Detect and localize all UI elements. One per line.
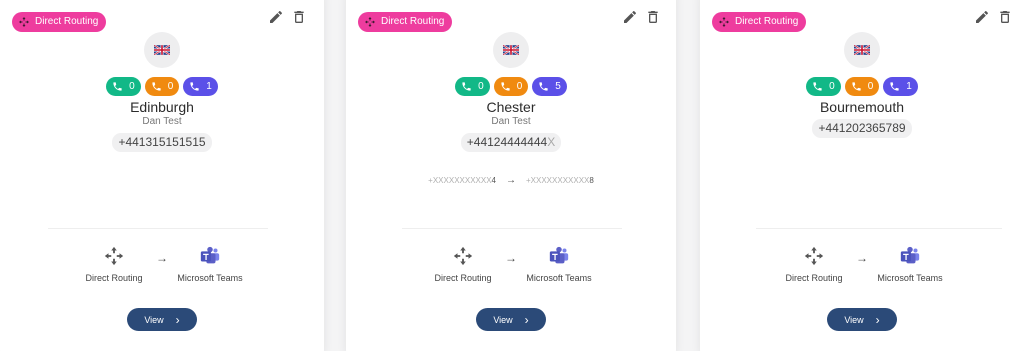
direct-routing-icon — [103, 245, 125, 267]
call-count-value: 1 — [206, 81, 212, 92]
trash-icon[interactable] — [291, 9, 307, 25]
phone-icon — [151, 81, 162, 92]
microsoft-teams-icon — [548, 245, 570, 267]
phone-number: +441315151515 — [112, 133, 212, 152]
call-count-value: 0 — [829, 81, 835, 92]
arrow-right-icon: → — [856, 251, 868, 265]
flow-from-label: Direct Routing — [785, 273, 843, 283]
flow-to-label: Microsoft Teams — [526, 273, 592, 283]
call-count-value: 0 — [867, 81, 874, 92]
mask-to: +XXXXXXXXXXX8 — [526, 176, 594, 185]
uk-flag-icon — [503, 45, 519, 55]
owner-name: Dan Test — [142, 116, 182, 127]
phone-icon — [112, 81, 123, 92]
uk-flag-icon — [154, 45, 170, 55]
phone-icon — [812, 81, 823, 92]
mask-from: +XXXXXXXXXXX4 — [428, 176, 496, 185]
view-button[interactable]: View › — [127, 308, 197, 331]
trash-icon[interactable] — [645, 9, 661, 25]
call-count-purple: 1 — [883, 77, 918, 96]
routing-badge: Direct Routing — [358, 12, 453, 32]
site-card: Direct Routing 0 0 5 Chester Dan Test +4… — [346, 0, 676, 351]
chevron-right-icon: › — [524, 312, 529, 327]
chevron-right-icon: › — [175, 312, 180, 327]
pencil-icon[interactable] — [268, 9, 284, 25]
call-count-green: 0 — [806, 77, 841, 96]
number-mask-rule: +XXXXXXXXXXX4 → +XXXXXXXXXXX8 — [346, 175, 676, 186]
site-name: Chester — [486, 99, 536, 115]
phone-icon — [889, 81, 900, 92]
view-button[interactable]: View › — [827, 308, 897, 331]
routing-badge-label: Direct Routing — [381, 16, 445, 27]
call-count-value: 5 — [555, 81, 561, 92]
call-count-orange: 0 — [844, 77, 880, 96]
routing-flow: Direct Routing → Microsoft Teams — [0, 245, 324, 283]
phone-number: +441202365789 — [812, 119, 912, 138]
country-flag — [493, 32, 529, 68]
pencil-icon[interactable] — [974, 9, 990, 25]
microsoft-teams-icon — [199, 245, 221, 267]
flow-to-label: Microsoft Teams — [177, 273, 243, 283]
call-count-orange: 0 — [144, 77, 180, 96]
call-count-purple: 1 — [183, 77, 218, 96]
direct-routing-icon — [803, 245, 825, 267]
routing-flow: Direct Routing → Microsoft Teams — [346, 245, 676, 283]
phone-icon — [500, 81, 511, 92]
call-count-green: 0 — [455, 77, 490, 96]
call-counts: 0 0 1 — [0, 77, 324, 96]
direct-routing-icon — [18, 16, 30, 28]
divider — [402, 228, 622, 229]
country-flag — [844, 32, 880, 68]
country-flag — [144, 32, 180, 68]
view-button[interactable]: View › — [476, 308, 546, 331]
divider — [756, 228, 1002, 229]
site-card: Direct Routing 0 0 1 Bournemouth +441202… — [700, 0, 1024, 351]
uk-flag-icon — [854, 45, 870, 55]
phone-icon — [461, 81, 472, 92]
call-counts: 0 0 5 — [346, 77, 676, 96]
arrow-right-icon: → — [506, 175, 516, 186]
direct-routing-icon — [364, 16, 376, 28]
trash-icon[interactable] — [997, 9, 1013, 25]
call-count-purple: 5 — [532, 77, 567, 96]
microsoft-teams-icon — [899, 245, 921, 267]
call-count-value: 1 — [906, 81, 912, 92]
site-name: Edinburgh — [130, 99, 194, 115]
routing-flow: Direct Routing → Microsoft Teams — [700, 245, 1024, 283]
phone-icon — [538, 81, 549, 92]
site-name: Bournemouth — [819, 99, 905, 115]
routing-badge: Direct Routing — [712, 12, 807, 32]
call-count-orange: 0 — [493, 77, 529, 96]
phone-icon — [851, 81, 862, 92]
direct-routing-icon — [452, 245, 474, 267]
routing-badge: Direct Routing — [12, 12, 107, 32]
arrow-right-icon: → — [156, 251, 168, 265]
phone-number: +44124444444X — [460, 133, 562, 152]
flow-to-label: Microsoft Teams — [877, 273, 943, 283]
arrow-right-icon: → — [505, 251, 517, 265]
call-counts: 0 0 1 — [700, 77, 1024, 96]
direct-routing-icon — [718, 16, 730, 28]
owner-name: Dan Test — [491, 116, 531, 127]
chevron-right-icon: › — [875, 312, 880, 327]
call-count-value: 0 — [516, 81, 523, 92]
site-card: Direct Routing 0 0 1 Edinburgh Dan Test … — [0, 0, 324, 351]
call-count-value: 0 — [129, 81, 135, 92]
routing-badge-label: Direct Routing — [35, 16, 99, 27]
divider — [48, 228, 268, 229]
call-count-value: 0 — [167, 81, 174, 92]
flow-from-label: Direct Routing — [85, 273, 143, 283]
pencil-icon[interactable] — [622, 9, 638, 25]
call-count-value: 0 — [478, 81, 484, 92]
call-count-green: 0 — [106, 77, 141, 96]
phone-icon — [189, 81, 200, 92]
flow-from-label: Direct Routing — [434, 273, 492, 283]
routing-badge-label: Direct Routing — [735, 16, 799, 27]
